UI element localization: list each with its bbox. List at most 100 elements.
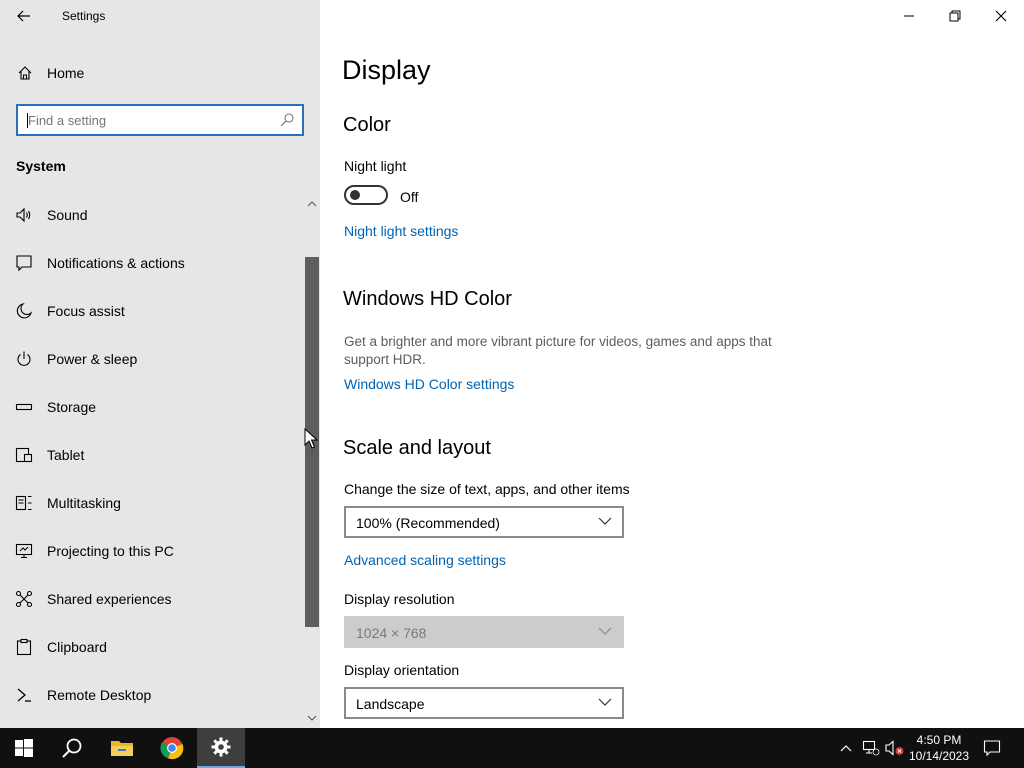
dropdown-value: Landscape [356, 696, 425, 712]
search-icon [62, 738, 82, 758]
settings-taskbar-button[interactable] [197, 728, 245, 768]
sidebar-item-power-sleep[interactable]: Power & sleep [0, 338, 304, 378]
sidebar-item-label: Storage [47, 399, 97, 415]
tablet-icon [15, 447, 33, 463]
page-title: Display [342, 55, 431, 85]
restore-icon [949, 10, 961, 22]
sidebar-item-tablet[interactable]: Tablet [0, 434, 304, 474]
sidebar-item-label: Shared experiences [47, 591, 172, 607]
back-button[interactable] [8, 2, 40, 30]
sidebar-item-multitasking[interactable]: Multitasking [0, 482, 304, 522]
close-button[interactable] [978, 0, 1024, 32]
advanced-scaling-link[interactable]: Advanced scaling settings [344, 552, 506, 568]
orientation-dropdown[interactable]: Landscape [344, 687, 624, 719]
sidebar-item-projecting[interactable]: Projecting to this PC [0, 530, 304, 570]
sidebar-item-label: Multitasking [47, 495, 121, 511]
app-title: Settings [62, 9, 106, 23]
chevron-down-icon [307, 715, 317, 721]
folder-icon [111, 741, 133, 756]
hd-color-heading: Windows HD Color [343, 288, 512, 310]
chevron-up-icon [840, 745, 852, 752]
chevron-down-icon [598, 627, 612, 635]
scale-dropdown[interactable]: 100% (Recommended) [344, 506, 624, 538]
hd-color-settings-link[interactable]: Windows HD Color settings [344, 376, 514, 392]
taskbar: 4:50 PM 10/14/2023 [0, 728, 1024, 768]
clipboard-icon [16, 638, 32, 656]
search-box[interactable] [16, 104, 304, 136]
file-explorer-button[interactable] [98, 728, 146, 768]
gear-icon [211, 737, 231, 757]
shared-icon [15, 590, 33, 608]
sidebar-scrollbar[interactable] [304, 196, 320, 728]
chrome-icon [160, 737, 184, 760]
start-button[interactable] [0, 728, 48, 768]
sidebar-item-label: Notifications & actions [47, 255, 185, 271]
notification-icon [16, 255, 32, 272]
search-taskbar-button[interactable] [48, 728, 96, 768]
network-tray-button[interactable] [861, 738, 881, 758]
night-light-label: Night light [344, 158, 407, 174]
clock-time: 4:50 PM [916, 733, 962, 747]
scale-layout-heading: Scale and layout [343, 437, 491, 459]
chevron-up-icon [307, 201, 317, 207]
sidebar-item-sound[interactable]: Sound [0, 194, 304, 234]
clock[interactable]: 4:50 PM 10/14/2023 [906, 732, 972, 764]
night-light-settings-link[interactable]: Night light settings [344, 223, 458, 239]
storage-icon [15, 403, 33, 411]
moon-icon [16, 303, 33, 319]
minimize-button[interactable] [886, 0, 932, 32]
sidebar: Settings Home System Sound Notifications… [0, 0, 320, 728]
sidebar-item-label: Home [47, 65, 85, 81]
night-light-toggle[interactable] [344, 185, 388, 205]
action-center-button[interactable] [982, 738, 1002, 758]
chrome-button[interactable] [148, 728, 196, 768]
color-heading: Color [343, 114, 391, 136]
resolution-label: Display resolution [344, 591, 455, 607]
power-icon [17, 351, 31, 366]
sidebar-item-label: Remote Desktop [47, 687, 152, 703]
sidebar-item-label: Sound [47, 207, 88, 223]
windows-logo-icon [15, 739, 33, 757]
sidebar-item-label: Focus assist [47, 303, 125, 319]
notification-icon [983, 740, 1001, 757]
night-light-state: Off [400, 189, 419, 205]
scroll-up-button[interactable] [304, 200, 320, 212]
sidebar-item-label: Tablet [47, 447, 85, 463]
restore-button[interactable] [932, 0, 978, 32]
sidebar-item-shared-experiences[interactable]: Shared experiences [0, 578, 304, 618]
volume-tray-button[interactable] [885, 738, 905, 758]
network-icon [862, 740, 880, 756]
close-icon [995, 10, 1007, 22]
back-arrow-icon [17, 10, 30, 22]
dropdown-value: 1024 × 768 [356, 625, 427, 641]
sidebar-item-label: Projecting to this PC [47, 543, 174, 559]
hd-color-description: Get a brighter and more vibrant picture … [344, 334, 772, 367]
minimize-icon [904, 15, 914, 17]
sidebar-item-label: Clipboard [47, 639, 107, 655]
home-icon [18, 66, 32, 80]
mouse-cursor-icon [304, 428, 318, 449]
speaker-icon [16, 207, 31, 223]
sidebar-item-storage[interactable]: Storage [0, 386, 304, 426]
dropdown-value: 100% (Recommended) [356, 515, 500, 531]
chevron-down-icon [598, 698, 612, 706]
remote-desktop-icon [17, 688, 31, 702]
chevron-down-icon [598, 517, 612, 525]
sidebar-item-remote-desktop[interactable]: Remote Desktop [0, 674, 304, 714]
multitasking-icon [15, 495, 32, 511]
sidebar-item-notifications[interactable]: Notifications & actions [0, 242, 304, 282]
speaker-muted-icon [885, 740, 904, 756]
section-label: System [16, 158, 66, 174]
show-hidden-icons-button[interactable] [836, 738, 856, 758]
main-content: Display Color Night light Off Night ligh… [320, 0, 1024, 728]
search-icon[interactable] [279, 112, 295, 128]
search-input[interactable] [28, 111, 268, 129]
sidebar-item-clipboard[interactable]: Clipboard [0, 626, 304, 666]
scroll-down-button[interactable] [304, 714, 320, 726]
resolution-dropdown: 1024 × 768 [344, 616, 624, 648]
sidebar-item-focus-assist[interactable]: Focus assist [0, 290, 304, 330]
scale-label: Change the size of text, apps, and other… [344, 481, 630, 497]
clock-date: 10/14/2023 [908, 749, 970, 763]
sidebar-item-home[interactable]: Home [0, 56, 320, 90]
projecting-icon [15, 543, 33, 559]
